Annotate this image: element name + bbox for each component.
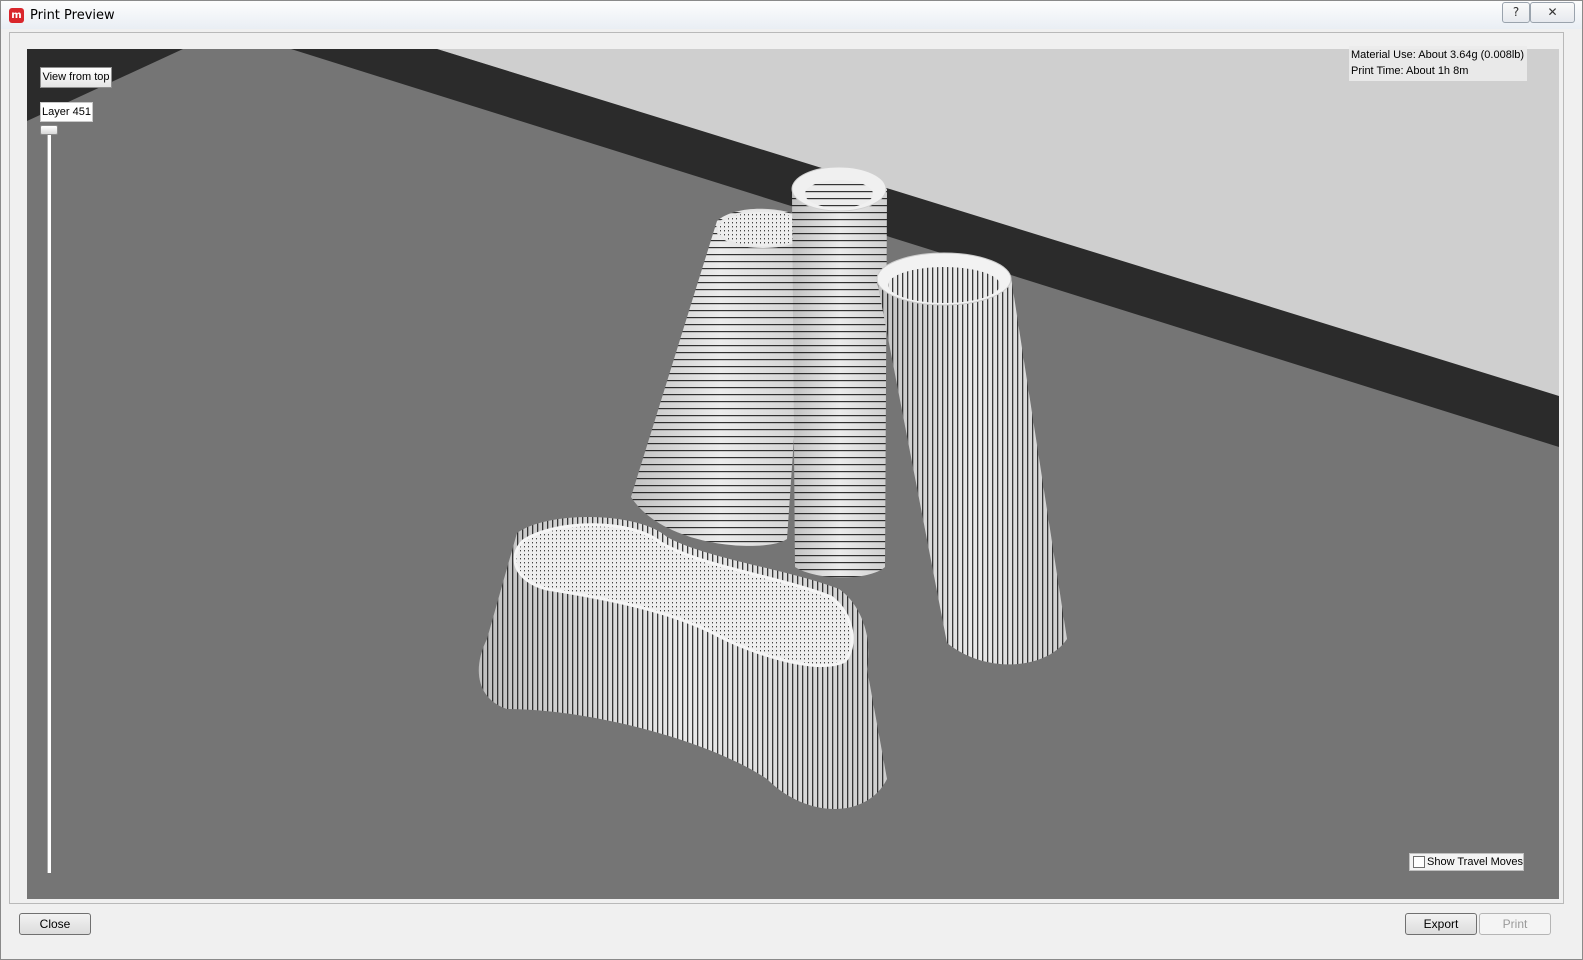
window-title: Print Preview xyxy=(30,8,115,23)
print-preview-window: m Print Preview ? ✕ View from top Layer … xyxy=(0,0,1583,960)
close-icon: ✕ xyxy=(1547,5,1558,19)
print-button[interactable]: Print xyxy=(1479,913,1551,935)
view-from-top-button[interactable]: View from top xyxy=(40,67,112,88)
travel-moves-label: Show Travel Moves xyxy=(1427,856,1523,868)
travel-moves-checkbox[interactable] xyxy=(1413,856,1425,868)
close-button[interactable]: Close xyxy=(19,913,91,935)
preview-viewport[interactable]: View from top Layer 451 Material Use: Ab… xyxy=(9,32,1564,904)
3d-scene[interactable] xyxy=(27,49,1559,899)
export-button[interactable]: Export xyxy=(1405,913,1477,935)
scene-render xyxy=(27,49,1559,899)
layer-label: Layer 451 xyxy=(40,102,93,122)
material-use-text: Material Use: About 3.64g (0.008lb) xyxy=(1351,49,1525,61)
help-button[interactable]: ? xyxy=(1502,2,1530,23)
layer-slider-handle[interactable] xyxy=(40,125,58,135)
layer-slider-track[interactable] xyxy=(47,129,51,873)
print-stats-panel: Material Use: About 3.64g (0.008lb) Prin… xyxy=(1349,46,1527,81)
show-travel-moves-toggle[interactable]: Show Travel Moves xyxy=(1409,853,1524,871)
makerware-icon: m xyxy=(9,8,24,23)
print-time-text: Print Time: About 1h 8m xyxy=(1351,65,1469,77)
title-bar[interactable]: m Print Preview ? ✕ xyxy=(1,1,1582,29)
model-tall-cylinder xyxy=(791,166,887,578)
close-window-button[interactable]: ✕ xyxy=(1530,2,1575,23)
